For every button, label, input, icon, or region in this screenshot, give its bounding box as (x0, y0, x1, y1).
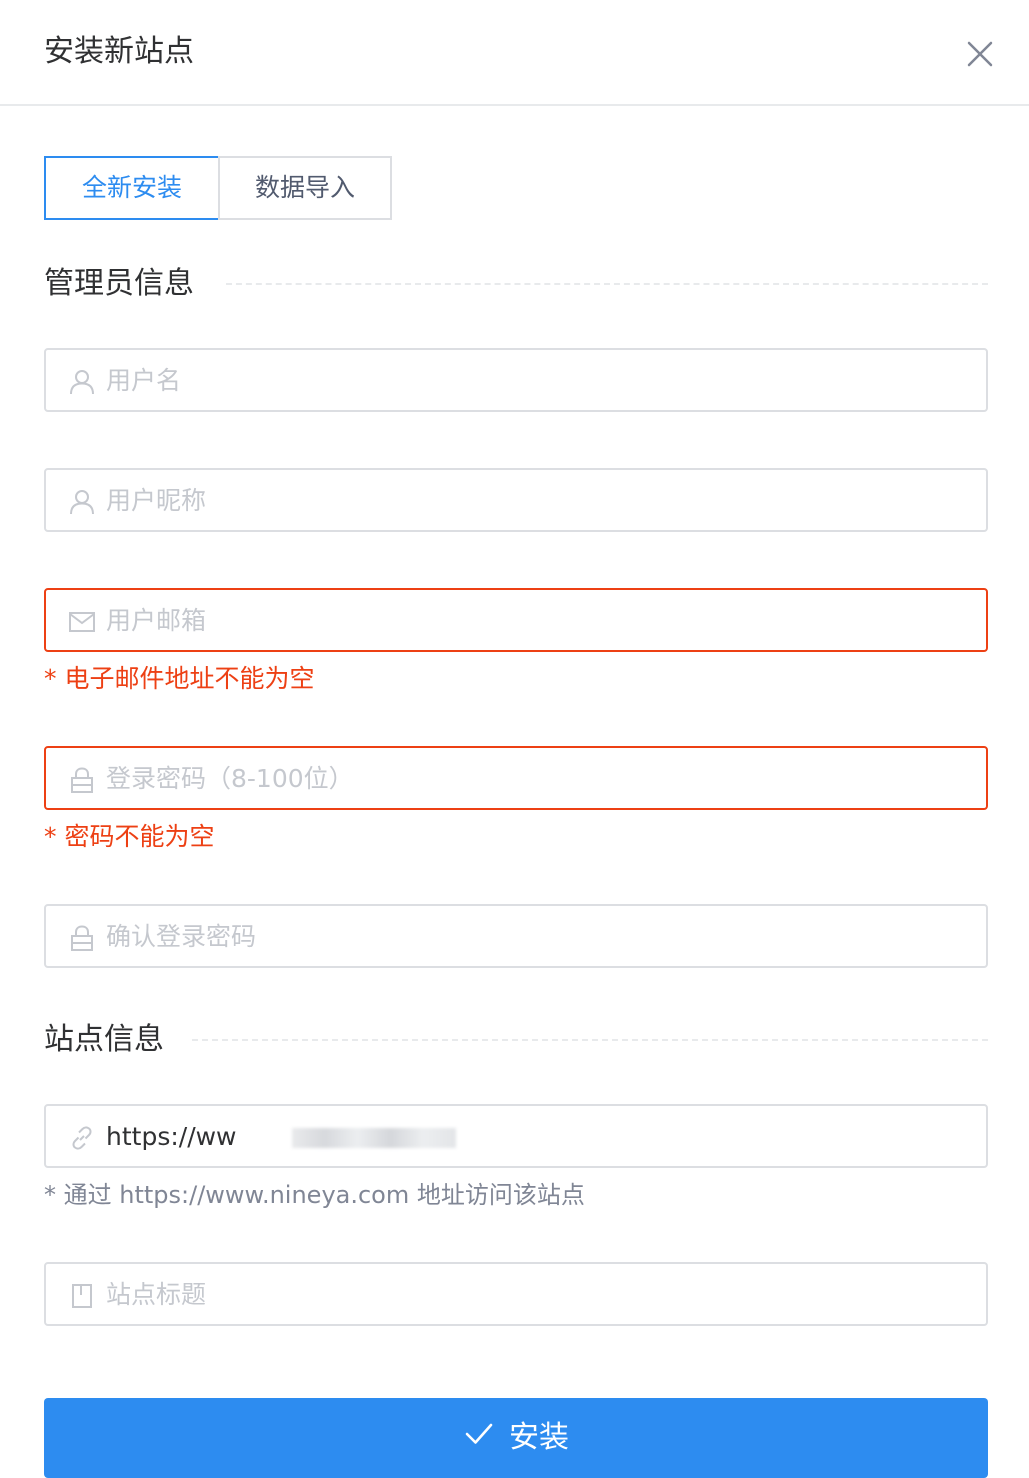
username-input[interactable] (106, 350, 966, 410)
confirm-password-field (44, 904, 988, 968)
dialog-header: 安装新站点 (0, 0, 1029, 106)
tab-fresh-install[interactable]: 全新安装 (44, 156, 220, 220)
site-url-field (44, 1104, 988, 1168)
site-section-divider (192, 1039, 988, 1041)
site-title-field (44, 1262, 988, 1326)
user-icon (70, 370, 94, 395)
nickname-input[interactable] (106, 470, 966, 530)
site-url-hint: * 通过 https://www.nineya.com 地址访问该站点 (44, 1181, 585, 1209)
password-input[interactable] (106, 748, 966, 808)
confirm-password-input[interactable] (106, 906, 966, 966)
password-error-message: * 密码不能为空 (44, 822, 215, 851)
admin-section-divider (226, 283, 988, 285)
link-icon (72, 1126, 92, 1150)
close-icon[interactable] (960, 34, 1000, 74)
lock-icon (71, 767, 93, 793)
email-input[interactable] (106, 590, 966, 650)
site-section-title: 站点信息 (44, 1022, 164, 1057)
redacted-url-segment (292, 1128, 456, 1148)
dialog-title: 安装新站点 (44, 34, 194, 69)
admin-section-title: 管理员信息 (44, 266, 194, 301)
install-button[interactable]: 安装 (44, 1398, 988, 1478)
checkmark-icon (465, 1423, 493, 1444)
password-field (44, 746, 988, 810)
email-error-message: * 电子邮件地址不能为空 (44, 664, 315, 693)
document-icon (72, 1284, 92, 1308)
nickname-field (44, 468, 988, 532)
site-url-input[interactable] (106, 1106, 966, 1166)
user-icon (70, 490, 94, 515)
install-mode-tabs: 全新安装 数据导入 (44, 156, 392, 220)
site-title-input[interactable] (106, 1264, 966, 1324)
tab-data-import[interactable]: 数据导入 (218, 156, 392, 220)
install-button-label: 安装 (509, 1420, 569, 1455)
email-field (44, 588, 988, 652)
lock-icon (71, 925, 93, 951)
username-field (44, 348, 988, 412)
mail-icon (69, 612, 95, 632)
